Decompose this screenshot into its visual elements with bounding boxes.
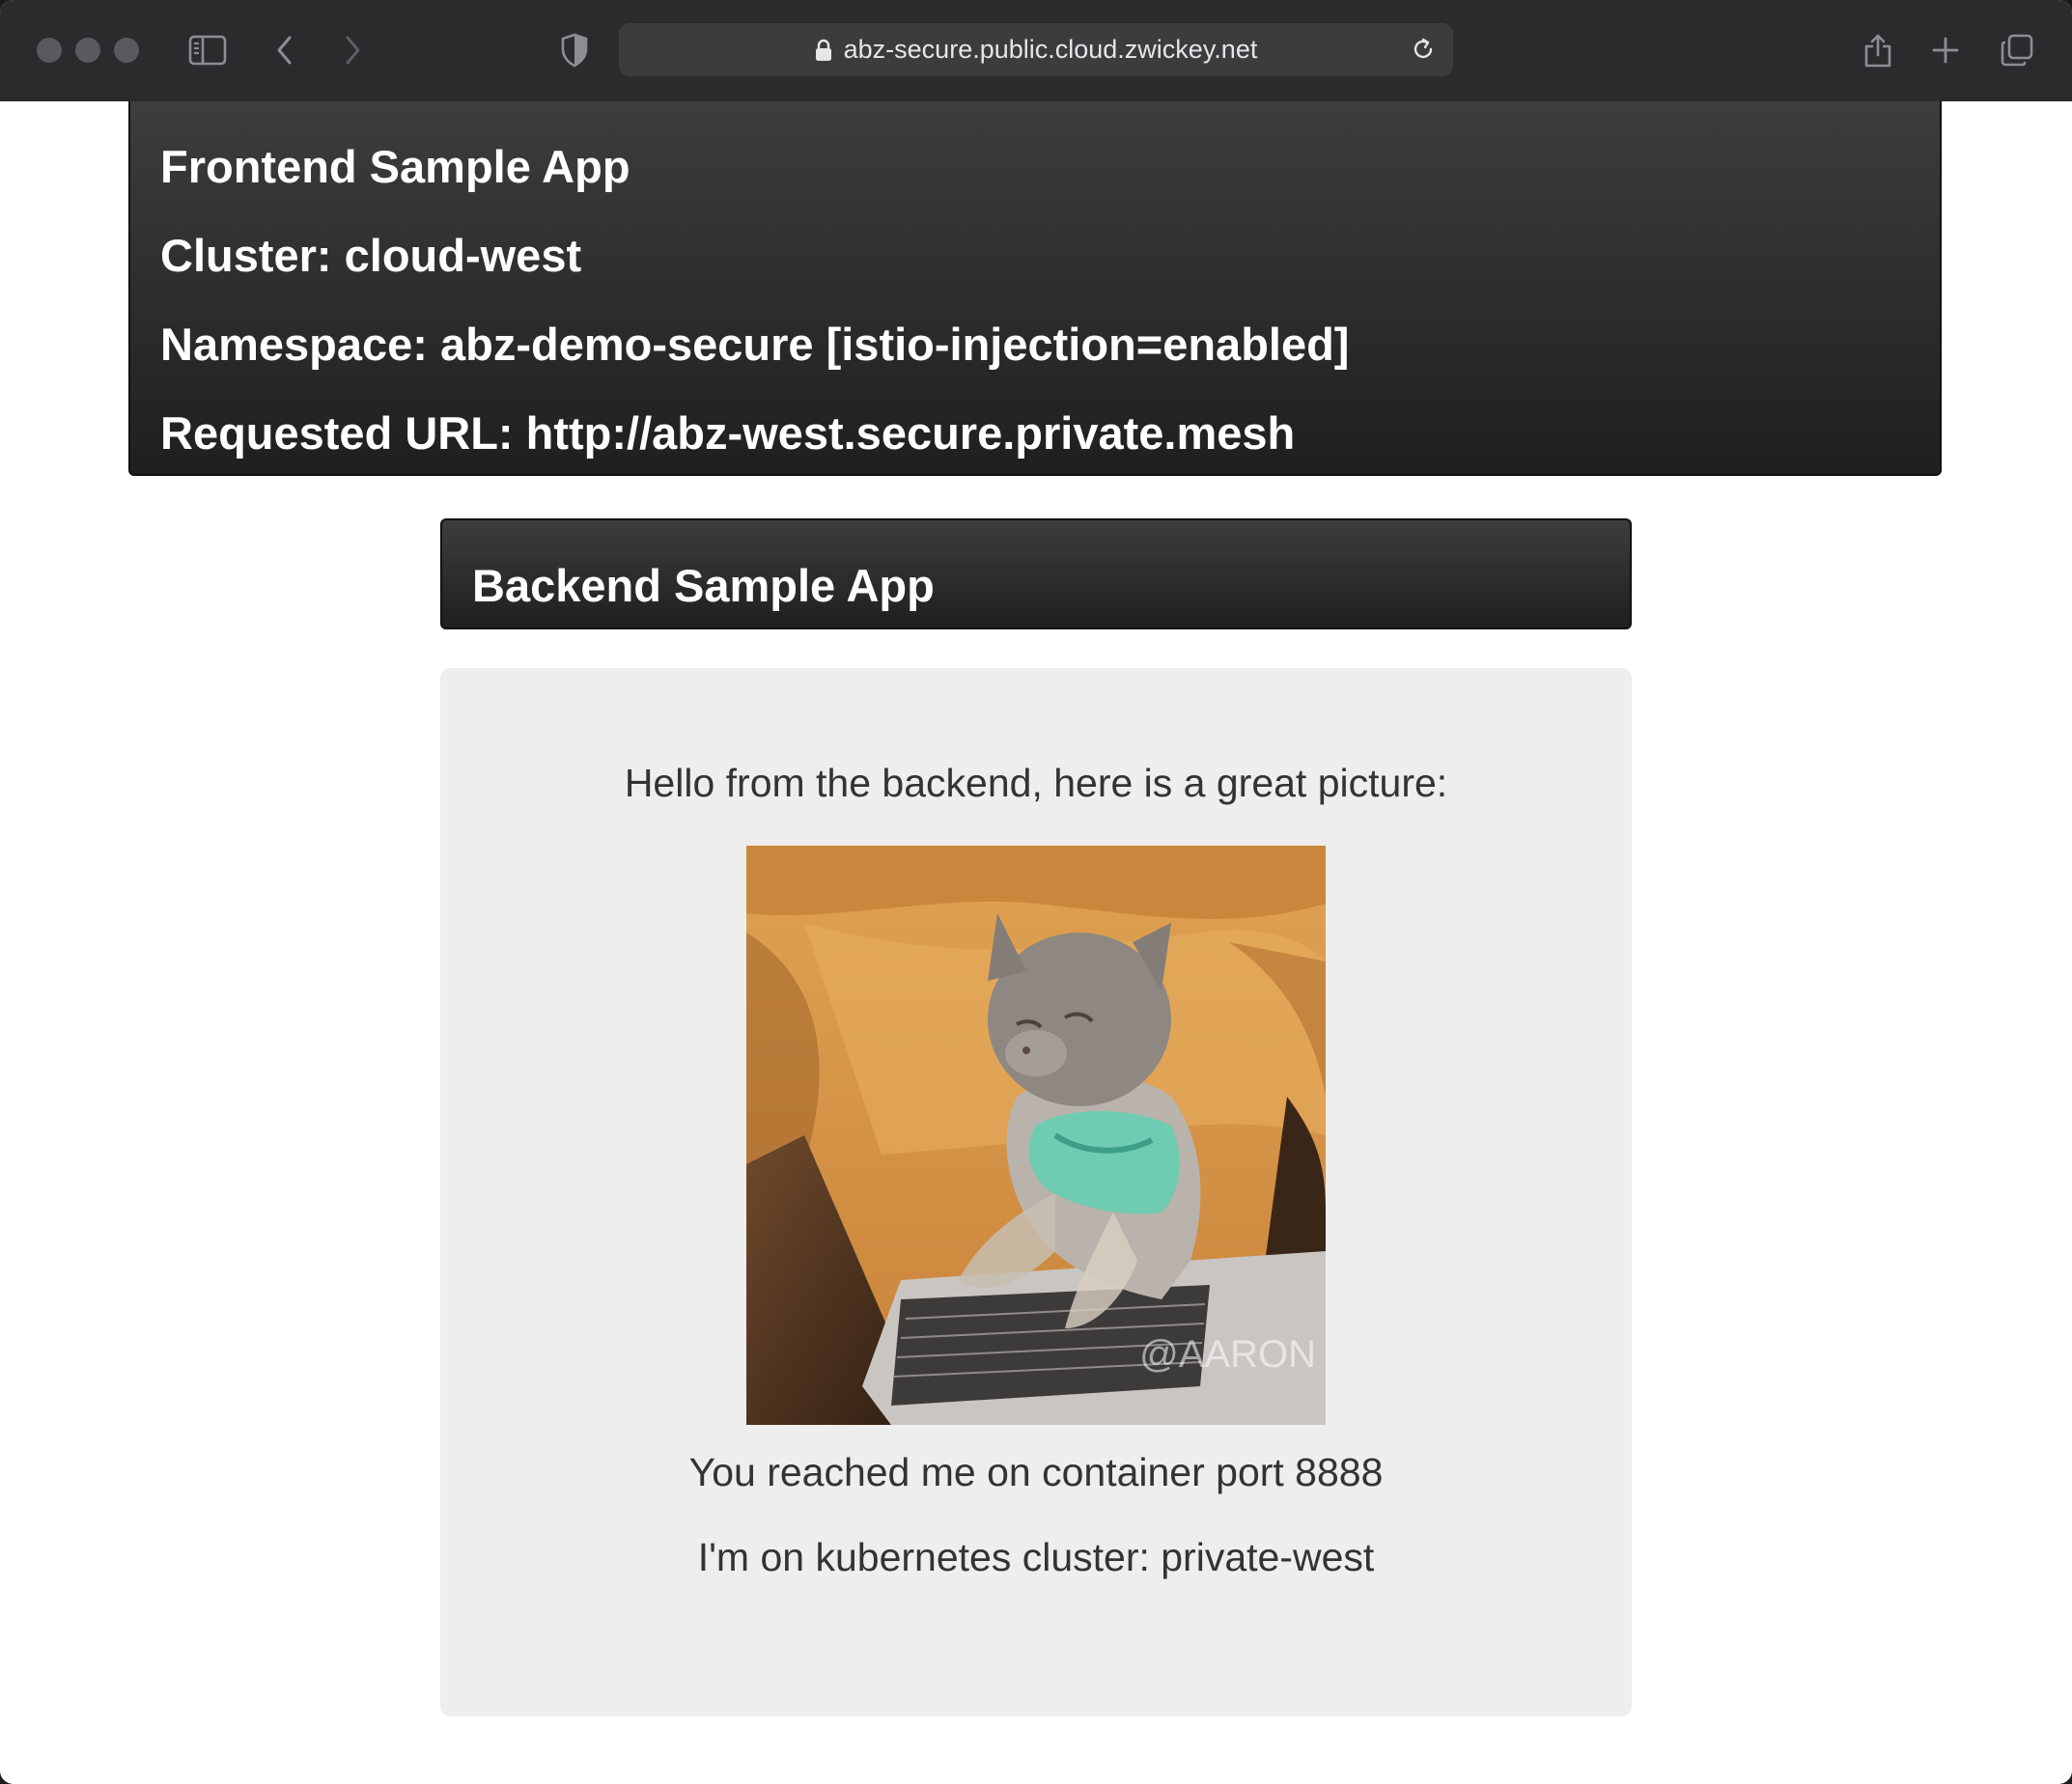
picture-watermark: @AARON [1139, 1333, 1316, 1376]
backend-greeting: Hello from the backend, here is a great … [624, 761, 1448, 805]
browser-toolbar: abz-secure.public.cloud.zwickey.net [0, 0, 2072, 102]
chevron-right-icon[interactable] [331, 29, 374, 71]
minimize-window-button[interactable] [75, 38, 100, 63]
chevron-left-icon[interactable] [264, 29, 306, 71]
address-bar-url: abz-secure.public.cloud.zwickey.net [843, 35, 1258, 64]
backend-cluster-message: I'm on kubernetes cluster: private-west [697, 1535, 1375, 1579]
sidebar-icon[interactable] [186, 29, 229, 71]
address-bar[interactable]: abz-secure.public.cloud.zwickey.net [619, 23, 1453, 76]
plus-icon[interactable] [1924, 29, 1967, 71]
frontend-cluster: Cluster: cloud-west [160, 230, 582, 281]
frontend-title: Frontend Sample App [160, 141, 630, 192]
lock-icon [815, 39, 832, 62]
frontend-requested-url: Requested URL: http://abz-west.secure.pr… [160, 407, 1296, 459]
share-icon[interactable] [1857, 29, 1899, 71]
reload-icon[interactable] [1407, 33, 1440, 66]
backend-title: Backend Sample App [472, 560, 935, 611]
frontend-namespace: Namespace: abz-demo-secure [istio-inject… [160, 319, 1350, 370]
zoom-window-button[interactable] [114, 38, 139, 63]
browser-window: abz-secure.public.cloud.zwickey.net Fron… [0, 0, 2072, 1784]
backend-header-panel: Backend Sample App [440, 518, 1632, 629]
cat-typing-picture: @AARON [746, 846, 1326, 1425]
close-window-button[interactable] [37, 38, 62, 63]
backend-port-message: You reached me on container port 8888 [688, 1450, 1384, 1494]
shield-icon[interactable] [553, 29, 596, 71]
tabs-icon[interactable] [1996, 29, 2038, 71]
page-content: Frontend Sample App Cluster: cloud-west … [0, 101, 2072, 1784]
frontend-info-panel: Frontend Sample App Cluster: cloud-west … [128, 101, 1942, 476]
backend-response-panel: Hello from the backend, here is a great … [440, 668, 1632, 1716]
